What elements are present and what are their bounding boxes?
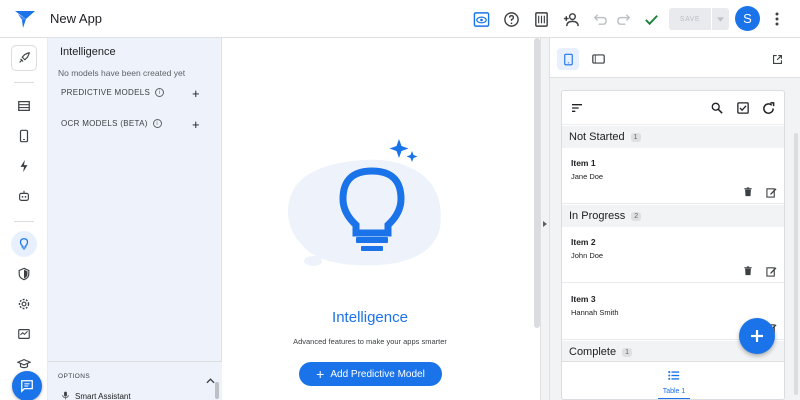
refresh-icon[interactable]	[761, 101, 775, 115]
rail-divider	[14, 221, 34, 222]
group-count-badge: 2	[631, 211, 642, 221]
edit-icon[interactable]	[765, 186, 777, 198]
main-content: Intelligence Advanced features to make y…	[222, 38, 540, 400]
group-title: Complete	[569, 346, 617, 358]
bottom-nav: Table 1	[562, 361, 784, 399]
intelligence-icon[interactable]	[11, 231, 37, 257]
delete-icon[interactable]	[742, 186, 754, 198]
list-icon	[668, 371, 680, 380]
app-settings-icon[interactable]	[11, 45, 37, 71]
tablet-preview-icon[interactable]	[587, 48, 609, 70]
sort-icon[interactable]	[570, 101, 584, 115]
options-label: OPTIONS	[58, 373, 91, 380]
lightbulb-illustration	[280, 133, 470, 273]
top-bar: New App SAVE S	[0, 0, 800, 38]
panel-splitter[interactable]	[540, 38, 550, 400]
add-predictive-model-button[interactable]: + Add Predictive Model	[299, 362, 442, 386]
plus-icon: +	[316, 366, 325, 382]
settings-icon[interactable]	[11, 291, 37, 317]
avatar[interactable]: S	[735, 6, 760, 31]
info-icon[interactable]: i	[152, 119, 162, 128]
group-title: Not Started	[569, 131, 625, 143]
chat-icon	[21, 380, 33, 393]
smart-assistant-label: Smart Assistant	[75, 392, 131, 400]
section-label: OCR MODELS (BETA)	[61, 119, 148, 128]
add-predictive-model-label: Add Predictive Model	[330, 368, 425, 380]
app-title: New App	[50, 11, 103, 26]
nav-tab-label: Table 1	[662, 388, 686, 395]
share-icon[interactable]	[561, 9, 581, 29]
section-label: PREDICTIVE MODELS	[61, 88, 151, 97]
app-preview: Not Started 1 Item 1 Jane Doe In Progres…	[550, 38, 800, 400]
item-owner: Jane Doe	[571, 172, 604, 181]
redo-icon[interactable]	[614, 9, 634, 29]
info-icon[interactable]: i	[155, 88, 165, 97]
group-title: In Progress	[569, 210, 626, 222]
plus-icon	[751, 330, 763, 342]
empty-state-text: No models have been created yet	[58, 68, 186, 78]
preview-scrollbar[interactable]	[794, 133, 798, 395]
chat-button[interactable]	[12, 371, 42, 400]
section-ocr-models: OCR MODELS (BETA) i	[61, 119, 162, 128]
smart-assistant-item[interactable]: Smart Assistant	[62, 391, 131, 400]
add-predictive-model-icon[interactable]: +	[192, 87, 200, 100]
more-vert-icon[interactable]	[770, 9, 784, 29]
main-subtitle: Advanced features to make your apps smar…	[293, 337, 447, 346]
data-icon[interactable]	[11, 93, 37, 119]
appsheet-logo-icon[interactable]	[14, 9, 36, 29]
list-item[interactable]: Item 2 John Doe	[562, 227, 784, 283]
chevron-up-icon[interactable]	[206, 371, 215, 389]
save-button-label: SAVE	[679, 15, 701, 23]
group-header-in-progress[interactable]: In Progress 2	[562, 205, 784, 227]
item-owner: Hannah Smith	[571, 308, 619, 317]
options-bar[interactable]: OPTIONS Smart Assistant	[48, 361, 222, 400]
left-rail	[0, 38, 48, 400]
check-icon[interactable]	[641, 9, 661, 29]
undo-icon[interactable]	[589, 9, 609, 29]
save-button[interactable]: SAVE	[669, 8, 729, 30]
help-icon[interactable]	[501, 9, 521, 29]
select-checkbox-icon[interactable]	[736, 101, 750, 115]
group-count-badge: 1	[630, 132, 641, 142]
edit-icon[interactable]	[765, 265, 777, 277]
section-predictive-models: PREDICTIVE MODELS i	[61, 88, 165, 97]
mic-icon	[62, 391, 69, 400]
preview-toolbar	[550, 38, 800, 78]
add-ocr-model-icon[interactable]: +	[192, 118, 200, 131]
delete-icon[interactable]	[742, 265, 754, 277]
panel-scrollbar[interactable]	[215, 382, 219, 399]
security-icon[interactable]	[11, 261, 37, 287]
actions-icon[interactable]	[11, 183, 37, 209]
list-item[interactable]: Item 1 Jane Doe	[562, 148, 784, 204]
manage-icon[interactable]	[11, 321, 37, 347]
add-item-fab[interactable]	[739, 318, 775, 354]
mobile-preview-icon[interactable]	[557, 48, 579, 70]
preview-eye-icon[interactable]	[471, 9, 491, 29]
intelligence-panel: Intelligence No models have been created…	[48, 38, 222, 400]
item-title: Item 3	[571, 294, 596, 304]
automation-icon[interactable]	[11, 153, 37, 179]
rail-divider	[14, 82, 34, 83]
group-header-not-started[interactable]: Not Started 1	[562, 126, 784, 148]
item-owner: John Doe	[571, 251, 604, 260]
open-external-icon[interactable]	[766, 48, 788, 70]
docs-icon[interactable]	[531, 9, 551, 29]
group-count-badge: 1	[622, 347, 632, 357]
item-title: Item 1	[571, 158, 596, 168]
search-icon[interactable]	[710, 101, 724, 115]
chevron-down-icon[interactable]	[712, 16, 729, 22]
expand-arrow-icon[interactable]	[543, 221, 547, 227]
phone-toolbar	[562, 91, 784, 125]
nav-tab-table-1[interactable]: Table 1	[654, 368, 694, 395]
main-heading: Intelligence	[332, 309, 408, 326]
panel-title: Intelligence	[60, 46, 116, 58]
item-title: Item 2	[571, 237, 596, 247]
views-icon[interactable]	[11, 123, 37, 149]
phone-frame: Not Started 1 Item 1 Jane Doe In Progres…	[561, 90, 785, 400]
